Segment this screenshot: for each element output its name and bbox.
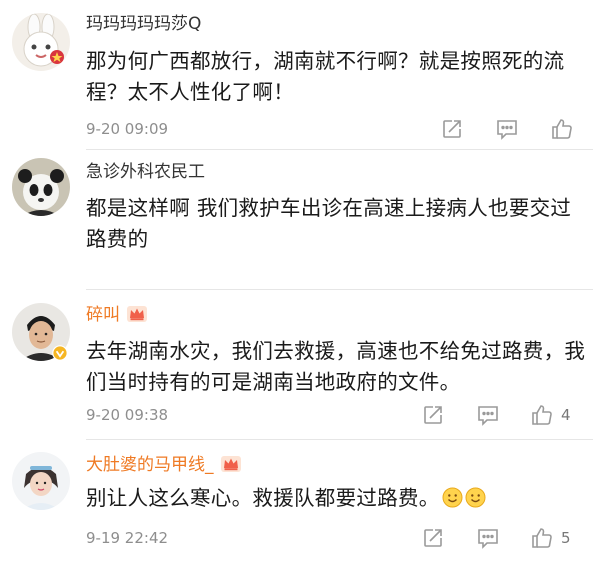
username[interactable]: 玛玛玛玛玛莎Q: [86, 14, 201, 34]
like-count: 4: [561, 406, 571, 424]
username[interactable]: 碎叫: [86, 305, 148, 328]
vip-crown-icon: [126, 305, 148, 328]
thumbs-up-icon[interactable]: [530, 403, 556, 427]
verified-badge-icon: [52, 345, 68, 361]
share-icon[interactable]: [440, 117, 466, 141]
share-icon[interactable]: [421, 526, 447, 550]
comment-item: 急诊外科农民工 都是这样啊 我们救护车出诊在高速上接病人也要交过路费的: [0, 150, 593, 290]
vip-crown-icon: [220, 455, 242, 478]
comment-item: 碎叫 去年湖南水灾，我们去救援，高速也不给免过路费，我们当时持有的可是湖南当地政…: [0, 290, 593, 440]
timestamp: 9-19 22:42: [86, 529, 169, 547]
comment-text: 去年湖南水灾，我们去救援，高速也不给免过路费，我们当时持有的可是湖南当地政府的文…: [86, 339, 586, 394]
comment-icon[interactable]: [476, 526, 502, 550]
comment-meta: 9-20 09:09: [86, 117, 586, 141]
like-count: 5: [561, 529, 571, 547]
comment-text: 都是这样啊 我们救护车出诊在高速上接病人也要交过路费的: [86, 196, 572, 251]
avatar[interactable]: [12, 452, 70, 510]
comment-meta: 9-20 09:38 4: [86, 403, 586, 427]
username[interactable]: 急诊外科农民工: [86, 162, 205, 182]
avatar[interactable]: [12, 158, 70, 216]
share-icon[interactable]: [421, 403, 447, 427]
thumbs-up-icon[interactable]: [550, 117, 576, 141]
comment-item: 玛玛玛玛玛莎Q 那为何广西都放行，湖南就不行啊？就是按照死的流程？太不人性化了啊…: [0, 0, 593, 150]
smile-emoji-icon: [465, 486, 486, 517]
comment-list: 玛玛玛玛玛莎Q 那为何广西都放行，湖南就不行啊？就是按照死的流程？太不人性化了啊…: [0, 0, 593, 564]
smile-emoji-icon: [442, 486, 463, 517]
comment-item: 大肚婆的马甲线_ 别让人这么寒心。救援队都要过路费。 9-19 22:42 5: [0, 440, 593, 564]
comment-text: 那为何广西都放行，湖南就不行啊？就是按照死的流程？太不人性化了啊！: [86, 49, 565, 104]
comment-icon[interactable]: [495, 117, 521, 141]
comment-icon[interactable]: [476, 403, 502, 427]
timestamp: 9-20 09:38: [86, 406, 169, 424]
timestamp: 9-20 09:09: [86, 120, 169, 138]
avatar[interactable]: [12, 13, 70, 71]
comment-meta: 9-19 22:42 5: [86, 526, 586, 550]
username[interactable]: 大肚婆的马甲线_: [86, 455, 242, 478]
comment-text: 别让人这么寒心。救援队都要过路费。: [86, 483, 586, 517]
thumbs-up-icon[interactable]: [530, 526, 556, 550]
